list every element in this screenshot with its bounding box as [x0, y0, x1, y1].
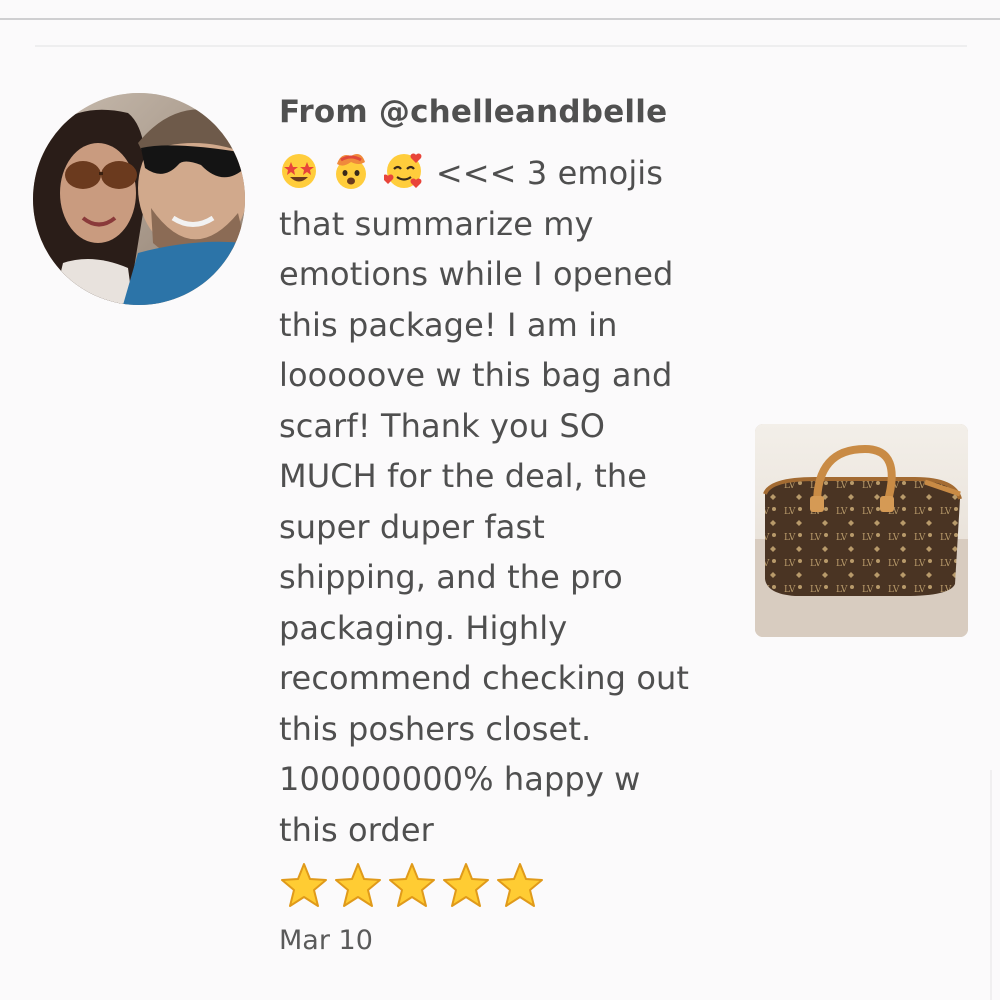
review-author[interactable]: From @chelleandbelle [279, 90, 719, 134]
star-icon [443, 863, 489, 907]
star-struck-emoji [282, 154, 316, 188]
exploding-head-emoji [336, 154, 367, 189]
review-date: Mar 10 [279, 925, 373, 956]
emoji-group [279, 153, 436, 192]
reviewer-avatar[interactable] [33, 93, 245, 305]
review-comment: <<< 3 emojis that summarize my emotions … [279, 148, 694, 855]
review-card: From @chelleandbelle <<< 3 emojis that s… [279, 90, 719, 959]
star-icon [497, 863, 543, 907]
smiling-face-with-hearts-emoji [383, 153, 422, 188]
header-divider [0, 18, 1000, 20]
review-comment-text: <<< 3 emojis that summarize my emotions … [279, 154, 690, 849]
product-thumbnail[interactable]: LV [755, 424, 968, 637]
star-icon [335, 863, 381, 907]
star-rating [279, 859, 719, 913]
star-icon [389, 863, 435, 907]
scroll-track [990, 770, 992, 1000]
section-divider [35, 45, 967, 47]
star-icon [281, 863, 327, 907]
